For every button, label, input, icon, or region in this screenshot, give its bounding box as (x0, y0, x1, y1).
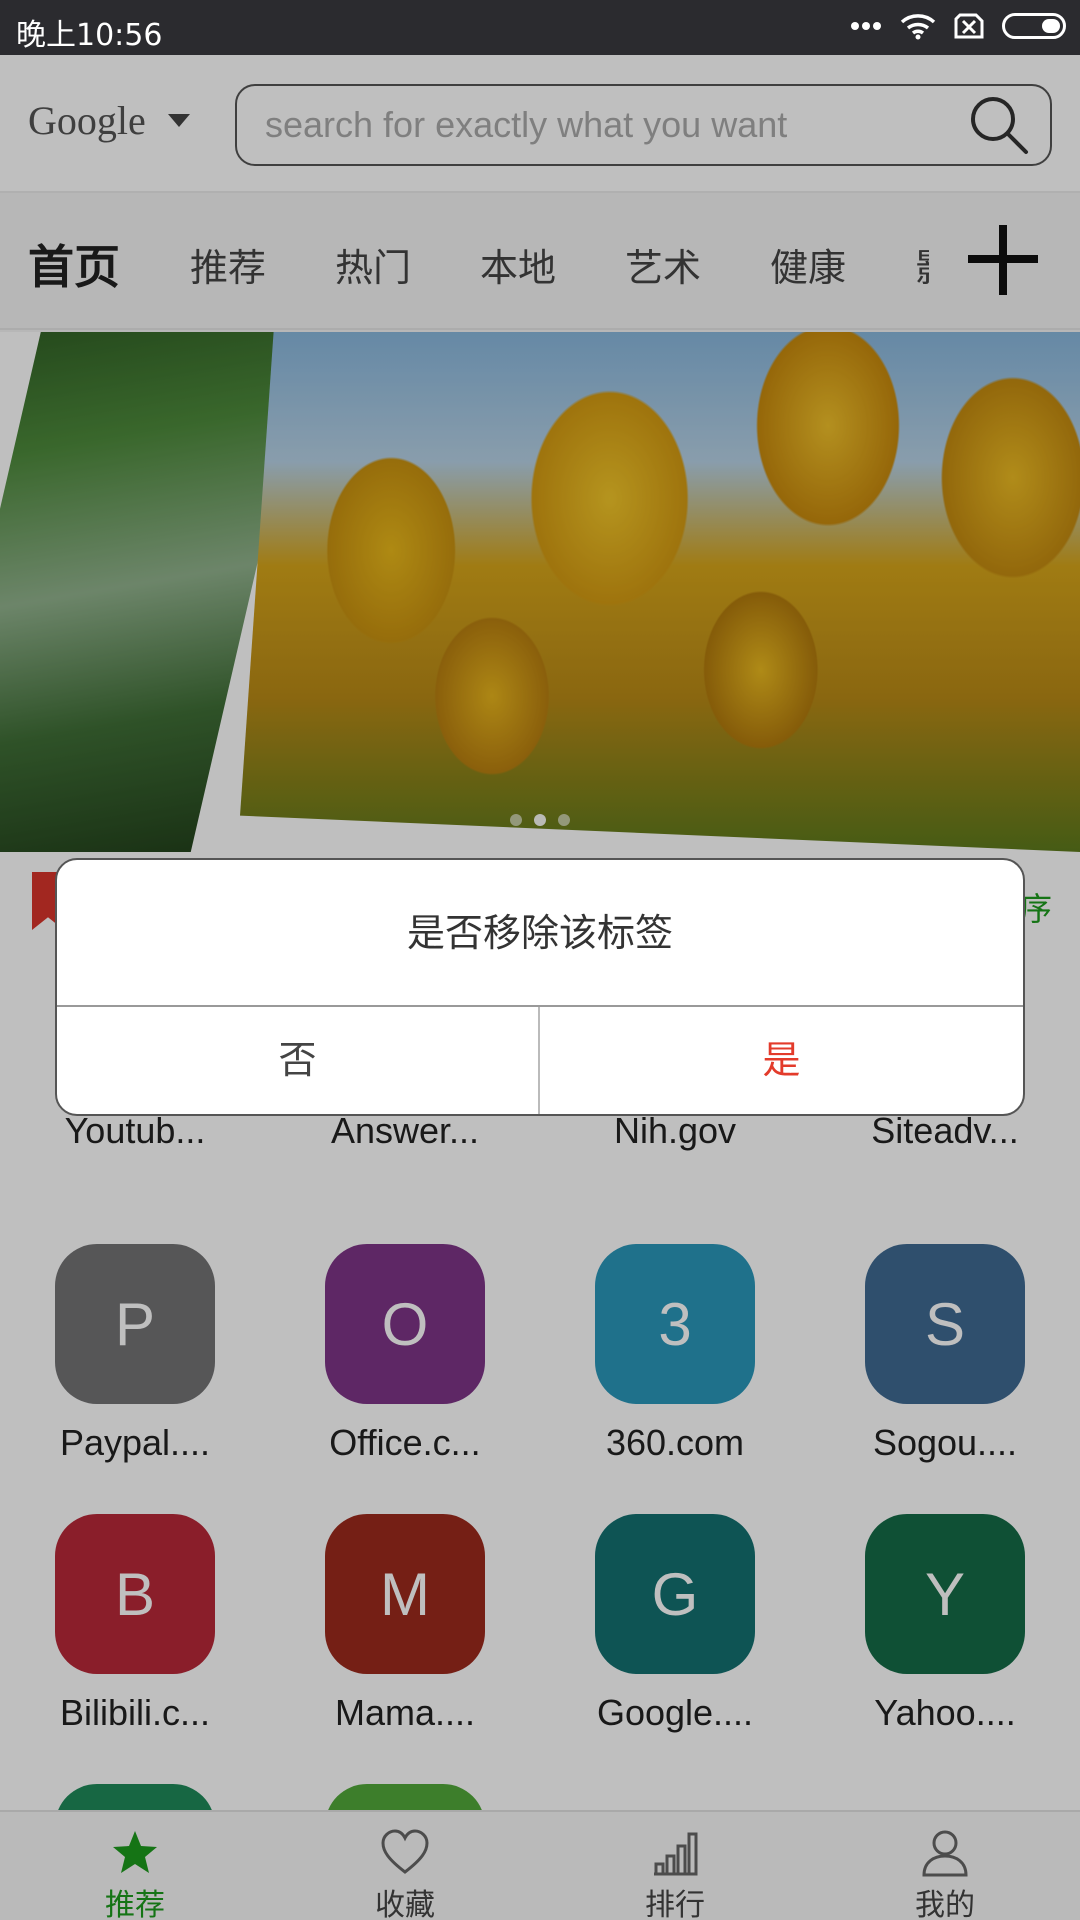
status-bar: 晚上10:56 (0, 0, 1080, 55)
more-icon (851, 22, 881, 30)
battery-icon (1002, 13, 1066, 39)
dialog-no-button[interactable]: 否 (57, 1007, 540, 1114)
status-icons (850, 12, 1066, 40)
dialog-message: 是否移除该标签 (57, 860, 1023, 1007)
sim-disabled-icon (954, 13, 984, 39)
remove-tag-dialog: 是否移除该标签 否 是 (55, 858, 1025, 1116)
wifi-icon (900, 14, 936, 40)
status-time: 晚上10:56 (16, 18, 163, 53)
dialog-yes-button[interactable]: 是 (540, 1007, 1023, 1114)
